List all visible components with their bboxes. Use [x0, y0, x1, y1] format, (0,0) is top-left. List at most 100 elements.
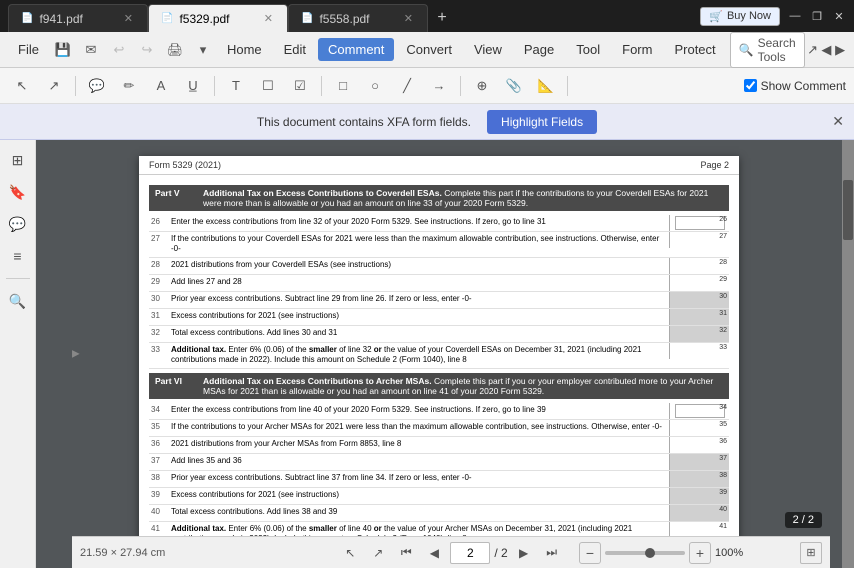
sidebar-search-btn[interactable]: 🔍 [4, 287, 32, 315]
shape-tool[interactable]: □ [329, 72, 357, 100]
close-window-button[interactable]: ✕ [832, 9, 846, 23]
menu-form[interactable]: Form [612, 38, 662, 61]
sidebar-pages-btn[interactable]: ⊞ [4, 146, 32, 174]
menu-file[interactable]: File [8, 38, 49, 61]
last-page-btn[interactable]: ⏭ [540, 541, 564, 565]
print-icon[interactable]: 🖨 [163, 38, 187, 62]
next-page-btn[interactable]: ▶ [512, 541, 536, 565]
zoom-thumb[interactable] [645, 548, 655, 558]
tab-close-f5558[interactable]: ✕ [402, 10, 415, 27]
page-count-badge: 2 / 2 [785, 512, 822, 528]
first-page-btn[interactable]: ⏮ [394, 541, 418, 565]
new-tab-button[interactable]: + [428, 4, 456, 32]
save-icon[interactable]: 💾 [51, 38, 75, 62]
table-row: 29 Add lines 27 and 28 29 [149, 275, 729, 292]
scrollbar-thumb[interactable] [843, 180, 853, 240]
page-total: / 2 [494, 546, 507, 560]
sidebar-bookmarks-btn[interactable]: 🔖 [4, 178, 32, 206]
show-comment-checkbox[interactable] [744, 79, 757, 92]
buy-now-button[interactable]: 🛒 Buy Now [700, 7, 780, 26]
xfa-close-button[interactable]: ✕ [832, 113, 844, 130]
sidebar-layers-btn[interactable]: ≡ [4, 242, 32, 270]
highlight-fields-button[interactable]: Highlight Fields [487, 110, 597, 134]
arrow-tool[interactable]: → [425, 72, 453, 100]
back-icon[interactable]: ◀ [820, 38, 832, 62]
row-text-37: Add lines 35 and 36 [167, 454, 669, 468]
tab-label: f941.pdf [39, 12, 82, 26]
select-mode-btn[interactable]: ↗ [366, 541, 390, 565]
menu-comment[interactable]: Comment [318, 38, 394, 61]
menu-edit[interactable]: Edit [274, 38, 316, 61]
table-row: 32 Total excess contributions. Add lines… [149, 326, 729, 343]
menu-home[interactable]: Home [217, 38, 272, 61]
page-label: Page 2 [700, 160, 729, 170]
menu-protect[interactable]: Protect [664, 38, 725, 61]
pdf-icon-2: 📄 [161, 13, 173, 24]
table-row: 33 Additional tax. Enter 6% (0.06) of th… [149, 343, 729, 369]
callout-tool[interactable]: ☑ [286, 72, 314, 100]
page-number-input[interactable] [450, 542, 490, 564]
tab-close-f941[interactable]: ✕ [122, 10, 135, 27]
restore-button[interactable]: ❐ [810, 9, 824, 23]
zoom-in-btn[interactable]: + [689, 542, 711, 564]
table-row: 40 Total excess contributions. Add lines… [149, 505, 729, 522]
undo-icon[interactable]: ↩ [107, 38, 131, 62]
minimize-button[interactable]: — [788, 9, 802, 23]
redo-icon[interactable]: ↪ [135, 38, 159, 62]
text-tool[interactable]: T [222, 72, 250, 100]
cursor-tool[interactable]: ↖ [8, 72, 36, 100]
row-box-39: 39 [669, 488, 729, 504]
sidebar-comments-btn[interactable]: 💬 [4, 210, 32, 238]
highlight-tool[interactable]: A [147, 72, 175, 100]
separator-3 [321, 76, 322, 96]
stamp-tool[interactable]: ⊕ [468, 72, 496, 100]
forward-icon[interactable]: ▶ [834, 38, 846, 62]
email-icon[interactable]: ✉ [79, 38, 103, 62]
page-size-label: 21.59 × 27.94 cm [80, 547, 165, 559]
select-tool[interactable]: ↗ [40, 72, 68, 100]
pdf-form-header: Form 5329 (2021) Page 2 [139, 156, 739, 175]
row-num-28: 28 [149, 258, 167, 271]
measure-tool[interactable]: 📐 [532, 72, 560, 100]
separator-2 [214, 76, 215, 96]
tab-close-f5329[interactable]: ✕ [262, 10, 275, 27]
sticky-note-tool[interactable]: 💬 [83, 72, 111, 100]
dropdown-icon[interactable]: ▾ [191, 38, 215, 62]
right-scrollbar[interactable] [842, 140, 854, 568]
attach-tool[interactable]: 📎 [500, 72, 528, 100]
sidebar-separator [6, 278, 30, 279]
underline-tool[interactable]: U̲ [179, 72, 207, 100]
menu-tool[interactable]: Tool [566, 38, 610, 61]
zoom-slider[interactable] [605, 551, 685, 555]
prev-page-btn[interactable]: ◀ [422, 541, 446, 565]
table-row: 35 If the contributions to your Archer M… [149, 420, 729, 437]
table-row: 31 Excess contributions for 2021 (see in… [149, 309, 729, 326]
fit-page-btn[interactable]: ⊞ [800, 542, 822, 564]
part-v-label: Part V [155, 188, 195, 198]
zoom-out-btn[interactable]: − [579, 542, 601, 564]
part-vi-header: Part VI Additional Tax on Excess Contrib… [149, 373, 729, 399]
line-tool[interactable]: ╱ [393, 72, 421, 100]
cursor-mode-btn[interactable]: ↖ [338, 541, 362, 565]
textbox-tool[interactable]: ☐ [254, 72, 282, 100]
external-link-icon[interactable]: ↗ [807, 38, 819, 62]
table-row: 38 Prior year excess contributions. Subt… [149, 471, 729, 488]
ellipse-tool[interactable]: ○ [361, 72, 389, 100]
show-comment-checkbox-wrapper: Show Comment [744, 79, 846, 93]
menu-page[interactable]: Page [514, 38, 564, 61]
menu-convert[interactable]: Convert [396, 38, 462, 61]
menu-view[interactable]: View [464, 38, 512, 61]
row-num-40: 40 [149, 505, 167, 518]
collapse-sidebar-arrow[interactable]: ▶ [72, 349, 80, 360]
zoom-section: − + 100% [579, 542, 750, 564]
tab-f941[interactable]: 📄 f941.pdf ✕ [8, 4, 148, 32]
titlebar: 📄 f941.pdf ✕ 📄 f5329.pdf ✕ 📄 f5558.pdf ✕… [0, 0, 854, 32]
annotation-tool[interactable]: ✏ [115, 72, 143, 100]
row-box-34: 34 [669, 403, 729, 419]
tab-f5329[interactable]: 📄 f5329.pdf ✕ [148, 4, 288, 32]
tab-f5558[interactable]: 📄 f5558.pdf ✕ [288, 4, 428, 32]
search-tools-box[interactable]: 🔍 Search Tools [730, 32, 805, 68]
table-row: 36 2021 distributions from your Archer M… [149, 437, 729, 454]
table-row: 28 2021 distributions from your Coverdel… [149, 258, 729, 275]
row-num-38: 38 [149, 471, 167, 484]
